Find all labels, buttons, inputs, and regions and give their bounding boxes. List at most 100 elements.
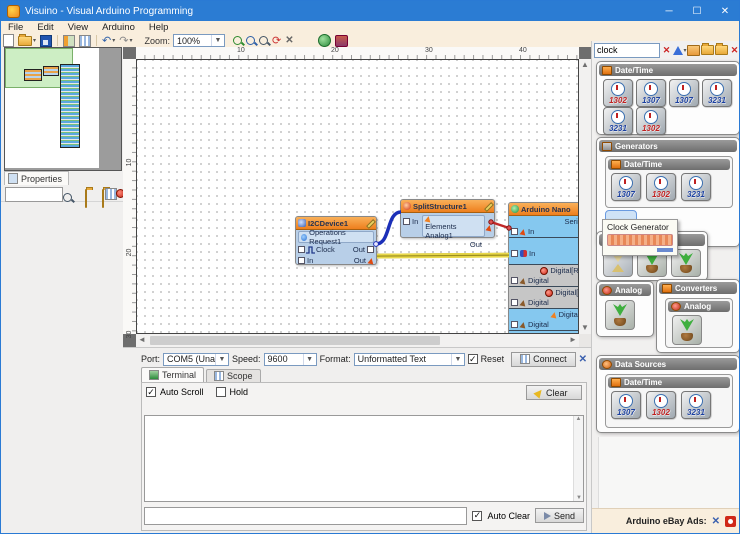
connect-button[interactable]: Connect xyxy=(511,352,576,367)
category-generators-header[interactable]: Generators xyxy=(599,140,737,152)
design-sheet[interactable]: I2CDevice1 Operations Request1 Clock Out xyxy=(136,59,579,334)
port-combobox[interactable]: COM5 (Unav ▼ xyxy=(163,353,229,366)
terminal-scrollbar[interactable]: ▲▼ xyxy=(573,416,583,501)
component-arduino-nano[interactable]: Arduino Nano Serial[0] In I2C In xyxy=(508,202,579,334)
scroll-right-arrow[interactable]: ► xyxy=(567,334,579,346)
tab-terminal[interactable]: Terminal xyxy=(141,367,204,382)
wrench-icon[interactable] xyxy=(484,202,492,210)
terminal-scroll-down[interactable]: ▼ xyxy=(576,495,582,501)
split-out-flame-icon[interactable] xyxy=(485,224,492,231)
scroll-up-arrow[interactable]: ▲ xyxy=(579,59,591,71)
component-chip-3231[interactable]: 3231 xyxy=(603,107,633,135)
send-input[interactable] xyxy=(144,507,467,525)
tx-connector[interactable] xyxy=(511,299,518,306)
properties-collapse-icon[interactable] xyxy=(102,189,104,208)
scroll-down-arrow[interactable]: ▼ xyxy=(579,322,591,334)
minimize-button[interactable]: ─ xyxy=(655,1,683,21)
split-in-connector[interactable] xyxy=(403,218,410,225)
refresh-button[interactable]: ⟳ xyxy=(272,34,281,47)
category-datasources-header[interactable]: Data Sources xyxy=(599,358,737,370)
save-button[interactable] xyxy=(40,34,52,47)
menu-file[interactable]: File xyxy=(1,22,30,33)
undo-button[interactable]: ↶▾ xyxy=(102,34,115,47)
i2c-in-connector[interactable] xyxy=(511,250,518,257)
serial-in-connector[interactable] xyxy=(511,228,518,235)
category-converters-header[interactable]: Converters xyxy=(659,282,737,294)
arduino-nano-header[interactable]: Arduino Nano xyxy=(509,203,579,216)
properties-expand-icon[interactable] xyxy=(85,189,87,208)
in-pin-connector[interactable] xyxy=(298,257,305,264)
auto-clear-checkbox[interactable]: ✓ xyxy=(472,511,482,521)
canvas-vertical-scrollbar[interactable]: ▲ ▼ xyxy=(579,59,591,334)
tab-scope[interactable]: Scope xyxy=(206,369,261,382)
properties-tab[interactable]: Properties xyxy=(4,171,69,185)
component-chip-3231[interactable]: 3231 xyxy=(681,391,711,419)
hold-checkbox[interactable] xyxy=(216,387,226,397)
toggle-panel-button[interactable] xyxy=(63,34,75,47)
clear-search-icon[interactable]: ✕ xyxy=(661,44,672,57)
terminal-output[interactable]: ▲▼ xyxy=(144,415,584,502)
media-button[interactable] xyxy=(335,34,348,47)
speed-combobox[interactable]: 9600 ▼ xyxy=(264,353,317,366)
wizard-filter-icon[interactable]: ▾ xyxy=(673,44,686,57)
elements-analog-subcomponent[interactable]: Elements Analog1 Out xyxy=(422,215,485,237)
open-button[interactable]: ▾ xyxy=(18,34,36,47)
toggle-grid-button[interactable] xyxy=(79,34,91,47)
menu-arduino[interactable]: Arduino xyxy=(95,22,142,33)
properties-search-icon[interactable] xyxy=(63,193,72,202)
subcategory-datetime-header[interactable]: Date/Time xyxy=(608,377,730,388)
zoom-out-button[interactable] xyxy=(246,34,255,47)
category-datetime-header[interactable]: Date/Time xyxy=(599,64,737,76)
collapse-all-icon[interactable] xyxy=(715,44,728,57)
component-chip-1302[interactable]: 1302 xyxy=(646,391,676,419)
component-chip-1307[interactable]: 1307 xyxy=(669,79,699,107)
menu-help[interactable]: Help xyxy=(142,22,176,33)
component-chip-3231[interactable]: 3231 xyxy=(702,79,732,107)
tools-icon[interactable]: ✕ xyxy=(729,44,740,57)
ads-close-icon[interactable]: ✕ xyxy=(712,516,720,527)
redo-button[interactable]: ↷▾ xyxy=(119,34,132,47)
d2-connector[interactable] xyxy=(511,321,518,328)
overview-navigator[interactable] xyxy=(4,47,122,171)
close-button[interactable]: ✕ xyxy=(711,1,739,21)
component-chip-1302[interactable]: 1302 xyxy=(603,79,633,107)
rx0-connector[interactable] xyxy=(511,277,518,284)
yellow-wire[interactable] xyxy=(377,257,509,258)
properties-filter-input[interactable] xyxy=(5,187,63,202)
component-chip-1302[interactable]: 1302 xyxy=(646,173,676,201)
delete-button[interactable]: ✕ xyxy=(285,34,293,47)
component-splitstructure1[interactable]: SplitStructure1 In Elements Analog1 Out xyxy=(400,199,495,238)
component-chip-1302[interactable]: 1302 xyxy=(636,107,666,135)
zoom-combobox[interactable]: 100% ▼ xyxy=(173,34,225,47)
menu-view[interactable]: View xyxy=(61,22,95,33)
canvas-horizontal-scrollbar[interactable]: ◄ ► xyxy=(136,334,579,347)
new-button[interactable] xyxy=(3,34,14,47)
clear-button[interactable]: Clear xyxy=(526,385,582,400)
ads-stop-icon[interactable] xyxy=(725,516,736,527)
tooltip-link[interactable] xyxy=(657,248,673,252)
subcategory-datetime-header[interactable]: Date/Time xyxy=(608,159,730,170)
component-chip-1307[interactable]: 1307 xyxy=(636,79,666,107)
maximize-button[interactable]: ☐ xyxy=(683,1,711,21)
expand-all-icon[interactable] xyxy=(701,44,714,57)
out2-flame-icon[interactable] xyxy=(367,257,374,264)
out-pin-connector[interactable] xyxy=(367,246,374,253)
analog-component-icon[interactable] xyxy=(605,300,635,330)
send-button[interactable]: Send xyxy=(535,508,584,523)
scrollbar-thumb[interactable] xyxy=(150,336,440,345)
zoom-in-button[interactable] xyxy=(233,34,242,47)
wrench-icon[interactable] xyxy=(366,219,374,227)
scroll-left-arrow[interactable]: ◄ xyxy=(136,334,148,346)
blue-wire[interactable] xyxy=(376,212,401,244)
component-i2cdevice1[interactable]: I2CDevice1 Operations Request1 Clock Out xyxy=(295,216,377,265)
yellow-wire[interactable] xyxy=(377,254,509,255)
component-chip-1307[interactable]: 1307 xyxy=(611,391,641,419)
close-panel-icon[interactable]: ✕ xyxy=(579,354,587,365)
auto-scroll-checkbox[interactable]: ✓ xyxy=(146,387,156,397)
splitstructure1-header[interactable]: SplitStructure1 xyxy=(401,200,494,213)
category-analog-header[interactable]: Analog xyxy=(599,284,651,296)
component-chip-1307[interactable]: 1307 xyxy=(611,173,641,201)
reset-checkbox[interactable]: ✓ xyxy=(468,354,478,364)
menu-edit[interactable]: Edit xyxy=(30,22,60,33)
clock-pin-connector[interactable] xyxy=(298,246,305,253)
